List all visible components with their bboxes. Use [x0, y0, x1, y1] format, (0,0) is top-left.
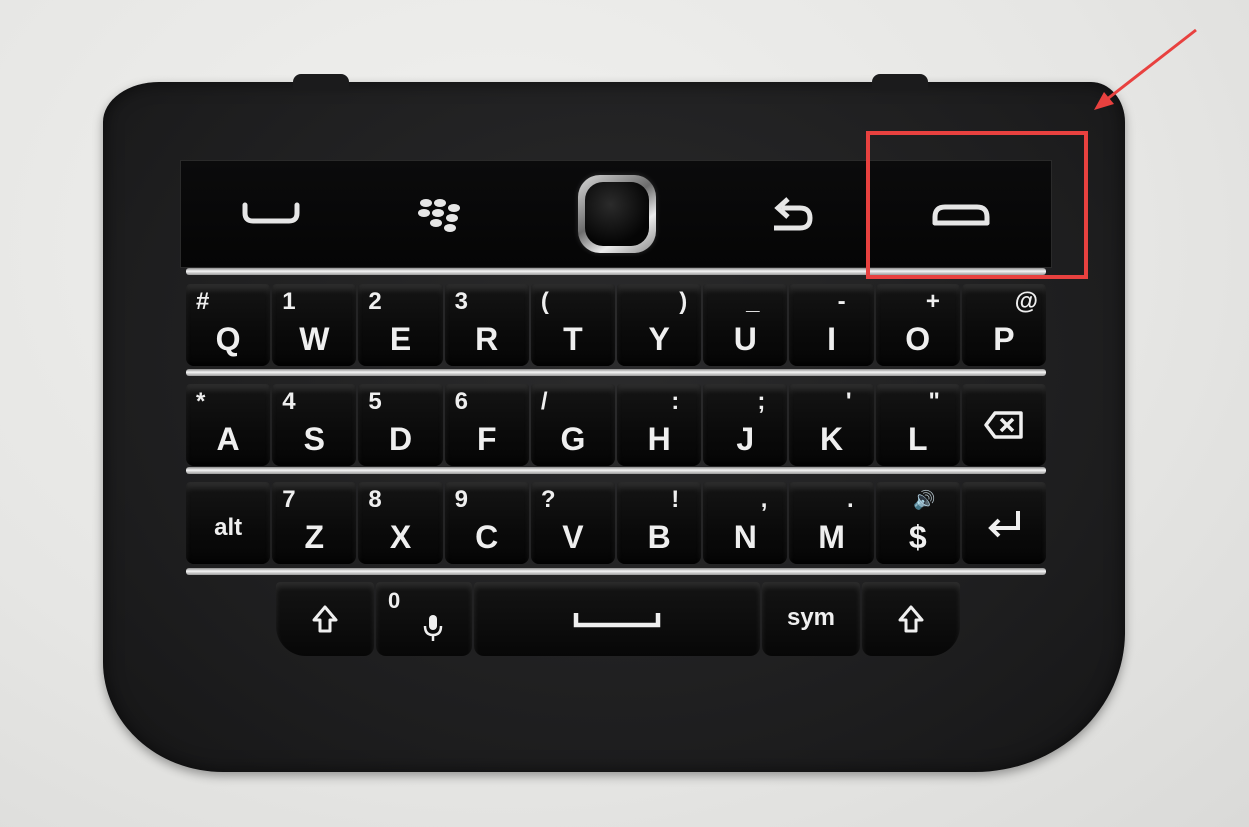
pointer-arrow-icon [1094, 28, 1197, 110]
